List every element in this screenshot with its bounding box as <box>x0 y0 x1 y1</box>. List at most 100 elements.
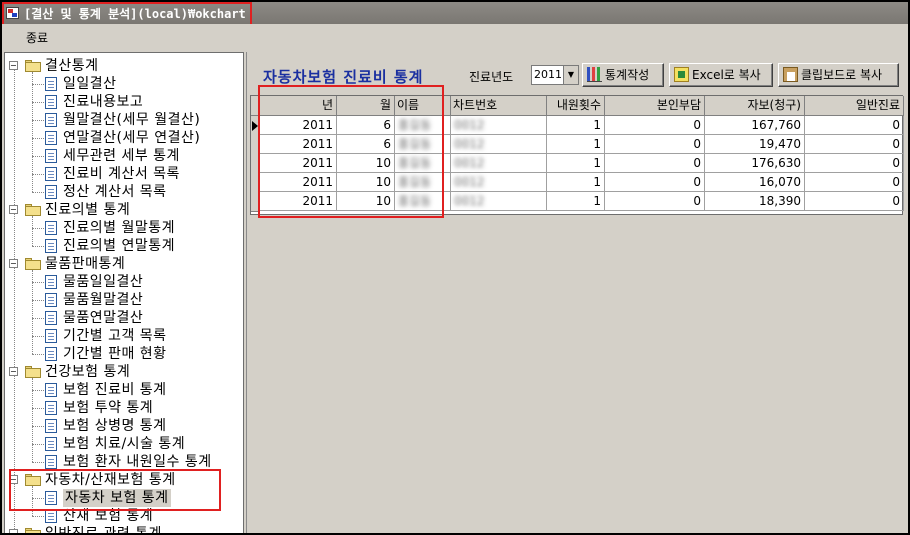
table-cell[interactable]: 홍길동 <box>395 173 451 192</box>
table-cell[interactable]: 1 <box>547 116 605 135</box>
menu-exit[interactable]: 종료 <box>20 28 54 47</box>
table-cell[interactable]: 0012 <box>451 135 547 154</box>
tree-item-label: 보험 환자 내원일수 통계 <box>63 454 212 470</box>
tree-item-label: 산재 보험 통계 <box>63 508 154 524</box>
table-cell[interactable]: 6 <box>337 116 395 135</box>
table-cell[interactable]: 6 <box>337 135 395 154</box>
row-header[interactable] <box>251 173 260 193</box>
table-cell[interactable]: 1 <box>547 135 605 154</box>
table-cell[interactable]: 10 <box>337 173 395 192</box>
chart-icon <box>587 67 602 82</box>
grid-header: 년 월 이름 차트번호 내원횟수 본인부담 자보(청구) 일반진료 <box>251 96 904 116</box>
column-header[interactable]: 년 <box>260 96 337 116</box>
tree-item-label: 정산 계산서 목록 <box>63 184 167 200</box>
column-header[interactable]: 월 <box>337 96 395 116</box>
table-cell[interactable]: 0012 <box>451 154 547 173</box>
table-cell[interactable]: 10 <box>337 154 395 173</box>
clipboard-copy-button[interactable]: 클립보드로 복사 <box>778 63 899 87</box>
tree-item-label: 보험 투약 통계 <box>63 400 154 416</box>
table-cell[interactable]: 0 <box>605 192 705 211</box>
collapse-icon[interactable]: − <box>9 61 18 70</box>
title-bar[interactable]: [결산 및 통계 분석](local)₩okchart <box>2 2 908 24</box>
document-icon <box>45 437 57 451</box>
tree-item-label: 기간별 고객 목록 <box>63 328 167 344</box>
table-cell[interactable]: 0 <box>605 116 705 135</box>
clipboard-icon <box>783 67 798 82</box>
chevron-down-icon[interactable]: ▼ <box>563 66 578 84</box>
folder-icon <box>25 60 41 72</box>
table-cell[interactable]: 0 <box>805 173 904 192</box>
row-header[interactable] <box>251 154 260 174</box>
table-cell[interactable]: 0 <box>805 135 904 154</box>
table-cell[interactable]: 홍길동 <box>395 154 451 173</box>
table-cell[interactable]: 10 <box>337 192 395 211</box>
tree-group-label: 건강보험 통계 <box>45 364 131 380</box>
collapse-icon[interactable]: − <box>9 529 18 533</box>
table-cell[interactable]: 0 <box>805 154 904 173</box>
column-header[interactable]: 차트번호 <box>451 96 547 116</box>
stats-tree[interactable]: − 결산통계 일일결산 진료내용보고 월말결산(세무 월결산) 연말결산(세무 연결산) 세… <box>4 52 244 533</box>
table-cell[interactable]: 19,470 <box>705 135 805 154</box>
data-grid[interactable]: 년 월 이름 차트번호 내원횟수 본인부담 자보(청구) 일반진료 2011 6 홍길동 0012 1 0… <box>250 95 904 215</box>
table-cell[interactable]: 1 <box>547 154 605 173</box>
table-cell[interactable]: 홍길동 <box>395 116 451 135</box>
row-header[interactable] <box>251 192 260 212</box>
row-header[interactable] <box>251 135 260 155</box>
collapse-icon[interactable]: − <box>9 259 18 268</box>
table-cell[interactable]: 2011 <box>260 135 337 154</box>
column-header[interactable]: 내원횟수 <box>547 96 605 116</box>
excel-icon <box>674 67 689 82</box>
table-cell[interactable]: 0 <box>805 192 904 211</box>
table-cell[interactable]: 0 <box>605 135 705 154</box>
year-select[interactable]: 2011 ▼ <box>531 65 579 85</box>
document-icon <box>45 455 57 469</box>
table-cell[interactable]: 16,070 <box>705 173 805 192</box>
tree-item-label: 물품연말결산 <box>63 310 144 326</box>
document-icon <box>45 77 57 91</box>
stats-button[interactable]: 통계작성 <box>582 63 664 87</box>
collapse-icon[interactable]: − <box>9 205 18 214</box>
tree-item-label: 세무관련 세부 통계 <box>63 148 180 164</box>
table-cell[interactable]: 홍길동 <box>395 192 451 211</box>
tree-item-label: 물품일일결산 <box>63 274 144 290</box>
table-cell[interactable]: 홍길동 <box>395 135 451 154</box>
table-cell[interactable]: 167,760 <box>705 116 805 135</box>
document-icon <box>45 347 57 361</box>
column-header[interactable]: 본인부담 <box>605 96 705 116</box>
document-icon <box>45 383 57 397</box>
table-cell[interactable]: 1 <box>547 173 605 192</box>
table-cell[interactable]: 0012 <box>451 116 547 135</box>
table-cell[interactable]: 176,630 <box>705 154 805 173</box>
row-header[interactable] <box>251 116 260 136</box>
excel-copy-button[interactable]: Excel로 복사 <box>669 63 773 87</box>
table-cell[interactable]: 1 <box>547 192 605 211</box>
tree-item-label: 보험 상병명 통계 <box>63 418 167 434</box>
tree-item-label: 일일결산 <box>63 76 117 92</box>
table-cell[interactable]: 0 <box>805 116 904 135</box>
collapse-icon[interactable]: − <box>9 475 18 484</box>
tree-item-label: 기간별 판매 현황 <box>63 346 167 362</box>
clipboard-button-label: 클립보드로 복사 <box>801 68 883 82</box>
table-cell[interactable]: 0 <box>605 154 705 173</box>
document-icon <box>45 131 57 145</box>
table-cell[interactable]: 2011 <box>260 154 337 173</box>
table-cell[interactable]: 0012 <box>451 173 547 192</box>
table-cell[interactable]: 2011 <box>260 192 337 211</box>
column-header[interactable]: 일반진료 <box>805 96 904 116</box>
document-icon <box>45 149 57 163</box>
table-cell[interactable]: 2011 <box>260 116 337 135</box>
column-header[interactable]: 이름 <box>395 96 451 116</box>
table-cell[interactable]: 2011 <box>260 173 337 192</box>
collapse-icon[interactable]: − <box>9 367 18 376</box>
tree-group-label: 결산통계 <box>45 58 99 74</box>
table-cell[interactable]: 18,390 <box>705 192 805 211</box>
column-header[interactable]: 자보(청구) <box>705 96 805 116</box>
app-icon[interactable] <box>6 7 19 19</box>
table-cell[interactable]: 0012 <box>451 192 547 211</box>
row-pointer-icon <box>252 121 258 131</box>
tree-item-label: 자동차 보험 통계 <box>63 489 171 507</box>
table-cell[interactable]: 0 <box>605 173 705 192</box>
folder-icon <box>25 258 41 270</box>
tree-item-label: 보험 진료비 통계 <box>63 382 167 398</box>
tree-item-label: 진료비 계산서 목록 <box>63 166 180 182</box>
